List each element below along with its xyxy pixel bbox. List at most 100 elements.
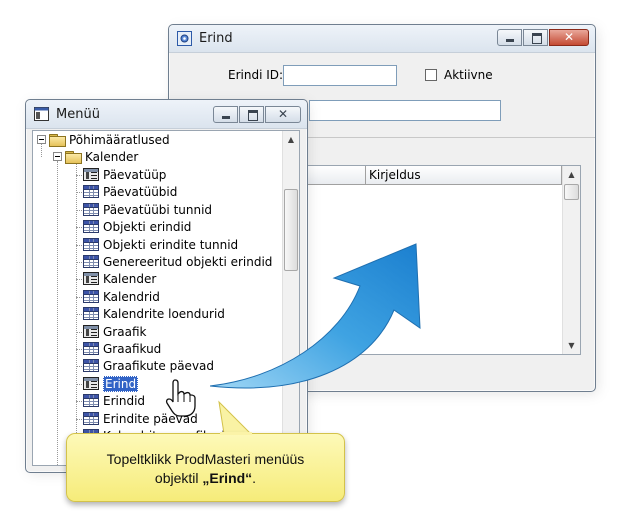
erind-maximize-button[interactable] xyxy=(523,29,548,46)
tree-node-item[interactable]: Graafik xyxy=(76,324,147,340)
tree-node-item[interactable]: Päevatüübi tunnid xyxy=(76,202,213,218)
folder-open-icon xyxy=(49,134,66,147)
erind-id-label: Erindi ID: xyxy=(228,68,284,82)
menu-titlebar[interactable]: Menüü ✕ xyxy=(26,100,307,129)
tree-node-label: Kalender xyxy=(85,150,139,164)
tree-node-item[interactable]: Päevatüübid xyxy=(76,184,178,200)
tree-line xyxy=(57,161,59,465)
tree-line xyxy=(76,331,82,334)
tree-line xyxy=(76,418,82,421)
tree-line xyxy=(76,175,82,177)
callout-bold-object: „Erind“ xyxy=(202,470,253,486)
close-icon: ✕ xyxy=(277,107,289,121)
form-icon xyxy=(83,376,99,390)
scroll-up-arrow-icon[interactable]: ▲ xyxy=(563,167,580,182)
tree-node-item[interactable]: Erind xyxy=(76,375,139,392)
tree-line xyxy=(76,383,82,386)
erind-window-title: Erind xyxy=(199,31,233,46)
erind-minimize-button[interactable] xyxy=(497,29,522,46)
table-icon xyxy=(83,289,99,303)
scroll-up-arrow-icon[interactable]: ▲ xyxy=(283,132,299,147)
tree-node-root[interactable]: Põhimääratlused xyxy=(49,132,170,148)
tree-node-label: Põhimääratlused xyxy=(69,133,170,147)
tree-node-label: Päevatüübi tunnid xyxy=(103,202,213,217)
tree-node-label: Erind xyxy=(103,375,139,392)
table-icon xyxy=(83,307,99,321)
tree-node-kalender-group[interactable]: Kalender xyxy=(65,149,138,165)
maximize-icon xyxy=(248,110,258,121)
table-icon xyxy=(83,342,99,355)
tree-node-item[interactable]: Kalender xyxy=(76,271,157,287)
aktiivne-checkbox[interactable] xyxy=(425,69,437,81)
tree-line xyxy=(76,314,82,316)
grid-vertical-scrollbar[interactable]: ▲ ▼ xyxy=(562,166,580,354)
tree-line xyxy=(76,296,82,299)
close-icon: ✕ xyxy=(563,30,575,44)
form-icon xyxy=(83,272,99,286)
tree-node-item[interactable]: Graafikud xyxy=(76,341,162,357)
table-icon xyxy=(83,359,99,373)
grid-scroll-thumb[interactable] xyxy=(564,184,579,200)
hand-pointer-icon xyxy=(165,379,196,417)
tree-node-label: Graafikute päevad xyxy=(103,359,215,374)
form-settings-icon xyxy=(177,31,192,46)
callout-line-1: Topeltklikk ProdMasteri menüüs xyxy=(106,451,305,467)
menu-maximize-button[interactable] xyxy=(239,106,264,123)
folder-open-icon xyxy=(65,151,82,164)
window-app-icon xyxy=(34,107,49,121)
form-icon xyxy=(83,168,99,181)
tree-line xyxy=(76,209,82,212)
expander-kalender[interactable] xyxy=(53,152,62,161)
tree-node-label: Graafikud xyxy=(103,342,162,356)
maximize-icon xyxy=(532,33,542,44)
menu-close-button[interactable]: ✕ xyxy=(265,106,301,123)
tree-line xyxy=(76,401,82,403)
menu-minimize-button[interactable] xyxy=(213,106,238,123)
menu-window-title: Menüü xyxy=(56,107,100,122)
tree-line xyxy=(76,279,82,281)
tree-node-item[interactable]: Erindid xyxy=(76,393,146,409)
scroll-down-arrow-icon[interactable]: ▼ xyxy=(563,338,580,353)
callout-prefix: objektil xyxy=(154,470,203,486)
tree-node-label: Kalender xyxy=(103,272,157,287)
tree-line xyxy=(76,192,82,194)
instruction-callout: Topeltklikk ProdMasteri menüüs objektil … xyxy=(66,433,345,502)
tree-line xyxy=(76,262,82,264)
aktiivne-label: Aktiivne xyxy=(444,68,493,82)
minimize-icon xyxy=(506,39,514,42)
tree-line xyxy=(76,244,82,247)
callout-line-2: objektil „Erind“. xyxy=(67,469,344,488)
table-icon xyxy=(83,185,99,199)
tree-line xyxy=(76,227,82,229)
minimize-icon xyxy=(222,116,230,119)
tree-node-item[interactable]: Kalendrite loendurid xyxy=(76,306,225,322)
erind-description-input[interactable] xyxy=(309,100,501,121)
callout-seam xyxy=(220,432,252,435)
erind-id-input[interactable] xyxy=(283,65,397,86)
tree-node-label: Objekti erindid xyxy=(103,220,192,235)
table-icon xyxy=(83,202,99,216)
tree-node-item[interactable]: Kalendrid xyxy=(76,289,160,305)
table-icon xyxy=(83,237,99,251)
grid-header-kirjeldus[interactable]: Kirjeldus xyxy=(366,166,562,185)
tree-node-label: Päevatüübid xyxy=(103,185,178,200)
tree-node-item[interactable]: Päevatüüp xyxy=(76,167,167,183)
table-icon xyxy=(83,220,99,234)
erind-close-button[interactable]: ✕ xyxy=(549,29,589,46)
tree-node-item[interactable]: Objekti erindid xyxy=(76,219,192,235)
table-icon xyxy=(83,394,99,408)
table-icon xyxy=(83,255,99,268)
tree-node-item[interactable]: Graafikute päevad xyxy=(76,358,215,374)
tree-node-label: Graafik xyxy=(103,324,147,339)
callout-suffix: . xyxy=(252,470,257,486)
tree-node-label: Kalendrite loendurid xyxy=(103,307,225,322)
blue-arrow-graphic xyxy=(210,243,421,389)
erind-titlebar[interactable]: Erind ✕ xyxy=(169,25,595,53)
tree-line xyxy=(41,143,43,157)
tree-node-label: Kalendrid xyxy=(103,289,160,304)
table-icon xyxy=(83,411,99,425)
tree-node-label: Erindid xyxy=(103,394,146,409)
form-icon xyxy=(83,324,99,338)
expander-root[interactable] xyxy=(37,135,46,144)
tree-node-label: Päevatüüp xyxy=(103,168,167,182)
